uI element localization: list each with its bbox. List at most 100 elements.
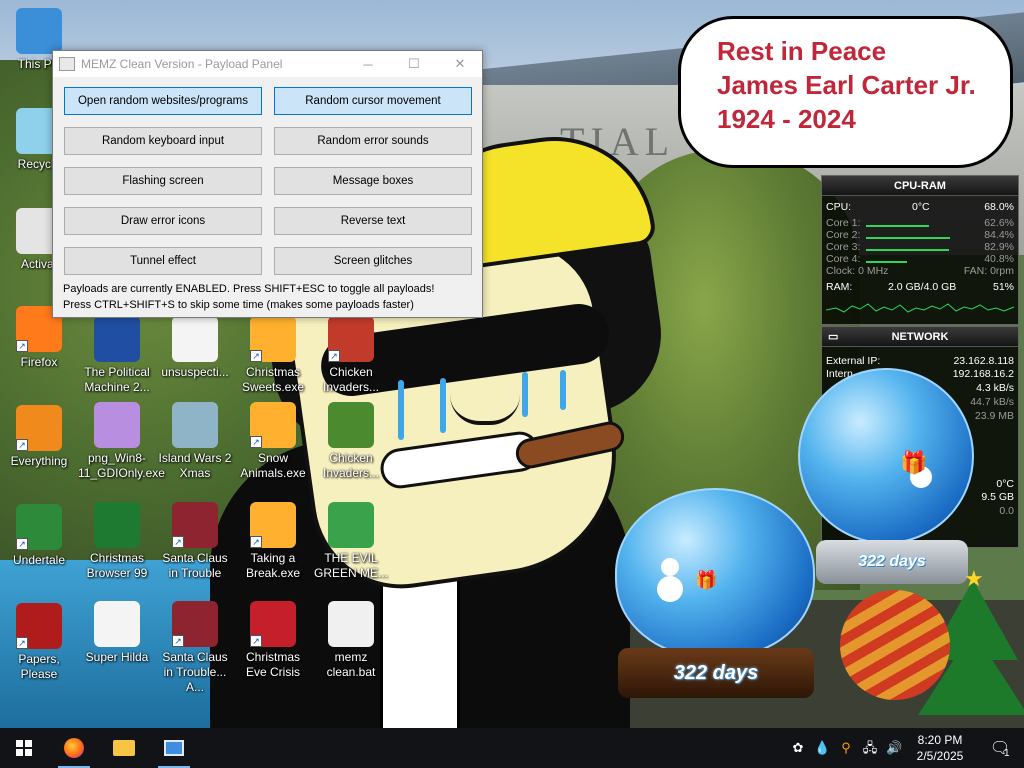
political-machine-icon <box>94 316 140 362</box>
desktop-icon-png-win8[interactable]: png_Win8-11_GDIOnly.exe <box>78 402 165 481</box>
character-tear <box>522 372 528 417</box>
shortcut-arrow-icon: ↗ <box>250 536 262 548</box>
this-pc-icon <box>16 8 62 54</box>
start-button[interactable] <box>0 728 48 768</box>
tray-app-icon[interactable]: ✿ <box>790 740 806 756</box>
desktop-icon-snow-animals[interactable]: ↗ Snow Animals.exe <box>234 402 312 481</box>
desktop-icon-evil-green-me[interactable]: THE EVIL GREEN ME... <box>312 502 390 581</box>
cpu-clock: Clock: 0 MHz <box>826 265 889 277</box>
core-usage-bar <box>866 249 949 251</box>
shortcut-arrow-icon: ↗ <box>16 340 28 352</box>
cpu-fan: FAN: 0rpm <box>963 265 1014 277</box>
desktop-icon-memz-clean-bat[interactable]: memz clean.bat <box>312 601 390 680</box>
bubble-line-3: 1924 - 2024 <box>717 104 856 134</box>
desktop-icon-everything[interactable]: ↗ Everything <box>0 405 78 469</box>
shortcut-arrow-icon: ↗ <box>250 350 262 362</box>
notification-count: 1 <box>1004 748 1010 759</box>
payload-reverse-text-button[interactable]: Reverse text <box>274 207 472 235</box>
shortcut-arrow-icon: ↗ <box>16 439 28 451</box>
network-icon[interactable]: 🖧 <box>862 740 878 756</box>
core-label: Core 4: <box>826 253 861 265</box>
core-value: 84.4% <box>984 229 1014 241</box>
snow-globe-small: 🎁 <box>615 488 815 658</box>
taskbar-memz-window-button[interactable] <box>150 728 198 768</box>
payload-random-keyboard-button[interactable]: Random keyboard input <box>64 127 262 155</box>
close-button[interactable]: ✕ <box>437 51 483 77</box>
desktop-icon-label: Christmas Browser 99 <box>86 551 148 580</box>
desktop-icon-label: Santa Claus in Trouble... A... <box>162 650 228 694</box>
desktop-icon-label: Christmas Sweets.exe <box>241 365 305 394</box>
desktop-icon-super-hilda[interactable]: Super Hilda <box>78 601 156 665</box>
core-label: Core 3: <box>826 241 861 253</box>
shortcut-arrow-icon: ↗ <box>16 538 28 550</box>
minimize-button[interactable]: ─ <box>345 51 391 77</box>
desktop-icon-label: memz clean.bat <box>326 650 376 679</box>
desktop-icon-christmas-eve-crisis[interactable]: ↗ Christmas Eve Crisis <box>234 601 312 680</box>
desktop-icon-label: Undertale <box>12 553 66 567</box>
desktop-icon-taking-a-break[interactable]: ↗ Taking a Break.exe <box>234 502 312 581</box>
payload-status-text: Payloads are currently ENABLED. Press SH… <box>63 283 435 295</box>
taskbar-firefox-button[interactable] <box>50 728 98 768</box>
users-icon <box>328 502 374 548</box>
desktop-icon-chicken-invaders-1[interactable]: ↗ Chicken Invaders... <box>312 316 390 395</box>
drive-size: 9.5 GB <box>981 491 1014 503</box>
taskbar-file-explorer-button[interactable] <box>100 728 148 768</box>
desktop-icon-santa-claus-trouble-again[interactable]: ↗ Santa Claus in Trouble... A... <box>156 601 234 695</box>
desktop-icon-santa-claus-trouble[interactable]: ↗ Santa Claus in Trouble <box>156 502 234 581</box>
external-ip-label: External IP: <box>826 355 881 367</box>
tray-drop-icon[interactable]: 💧 <box>814 740 830 756</box>
payload-tunnel-effect-button[interactable]: Tunnel effect <box>64 247 262 275</box>
desktop-icon-label: Firefox <box>20 355 58 369</box>
payload-open-random-websites-button[interactable]: Open random websites/programs <box>64 87 262 115</box>
core-label: Core 1: <box>826 217 861 229</box>
payload-message-boxes-button[interactable]: Message boxes <box>274 167 472 195</box>
desktop-icon-label: Snow Animals.exe <box>240 451 306 480</box>
shortcut-arrow-icon: ↗ <box>172 536 184 548</box>
ram-graph <box>826 303 1015 313</box>
window-app-icon <box>164 740 184 756</box>
snow-globe-base-small: 322 days <box>618 648 814 698</box>
maximize-button[interactable]: ☐ <box>391 51 437 77</box>
snow-globe-large: 🎁 <box>798 368 974 544</box>
clock-time: 8:20 PM <box>917 733 963 747</box>
desktop-icon-undertale[interactable]: ↗ Undertale <box>0 504 78 568</box>
desktop-icon-chicken-invaders-2[interactable]: Chicken Invaders... <box>312 402 390 481</box>
taskbar-clock[interactable]: 8:20 PM 2/5/2025 <box>908 732 972 764</box>
window-titlebar[interactable]: MEMZ Clean Version - Payload Panel ─ ☐ ✕ <box>53 51 482 77</box>
gift-icon: 🎁 <box>900 450 928 475</box>
payload-draw-error-icons-button[interactable]: Draw error icons <box>64 207 262 235</box>
desktop-icon-label: unsuspecti... <box>161 365 229 379</box>
desktop-icon-christmas-browser[interactable]: Christmas Browser 99 <box>78 502 156 581</box>
desktop-icon-label: The Political Machine 2... <box>84 365 150 394</box>
external-ip-value: 23.162.8.118 <box>953 355 1014 367</box>
payload-random-error-sounds-button[interactable]: Random error sounds <box>274 127 472 155</box>
window-title: MEMZ Clean Version - Payload Panel <box>81 57 283 71</box>
desktop-icon-label: Christmas Eve Crisis <box>245 650 300 679</box>
desktop-icon-unsuspecting[interactable]: unsuspecti... <box>156 316 234 380</box>
desktop-icon-christmas-sweets[interactable]: ↗ Christmas Sweets.exe <box>234 316 312 395</box>
desktop-icon-label: Chicken Invaders... <box>322 451 380 480</box>
desktop-icon-label: Chicken Invaders... <box>322 365 380 394</box>
window-app-icon <box>59 57 75 71</box>
shortcut-arrow-icon: ↗ <box>16 637 28 649</box>
payload-panel-window[interactable]: MEMZ Clean Version - Payload Panel ─ ☐ ✕… <box>52 50 483 318</box>
shortcut-arrow-icon: ↗ <box>250 436 262 448</box>
internal-ip-value: 192.168.16.2 <box>952 368 1014 380</box>
cpu-label: CPU: <box>826 201 852 213</box>
desktop-icon-island-wars[interactable]: Island Wars 2 Xmas <box>156 402 234 481</box>
tray-search-icon[interactable]: ⚲ <box>838 740 854 756</box>
payload-hint-text: Press CTRL+SHIFT+S to skip some time (ma… <box>63 299 414 311</box>
payload-flashing-screen-button[interactable]: Flashing screen <box>64 167 262 195</box>
cpu-ram-gadget[interactable]: CPU-RAM CPU: 0°C 68.0% Core 1: 62.6% Cor… <box>821 175 1019 325</box>
gift-icon: 🎁 <box>695 570 718 590</box>
drive-extra: 0.0 <box>999 505 1014 517</box>
volume-icon[interactable]: 🔊 <box>886 740 902 756</box>
days-counter-large: 322 days <box>858 553 926 570</box>
payload-screen-glitches-button[interactable]: Screen glitches <box>274 247 472 275</box>
payload-random-cursor-button[interactable]: Random cursor movement <box>274 87 472 115</box>
desktop-icon-papers-please[interactable]: ↗ Papers, Please <box>0 603 78 682</box>
notification-center-button[interactable]: 🗨 1 <box>976 728 1024 768</box>
desktop-icon-political-machine[interactable]: The Political Machine 2... <box>78 316 156 395</box>
character-tear <box>560 370 566 410</box>
shortcut-arrow-icon: ↗ <box>250 635 262 647</box>
